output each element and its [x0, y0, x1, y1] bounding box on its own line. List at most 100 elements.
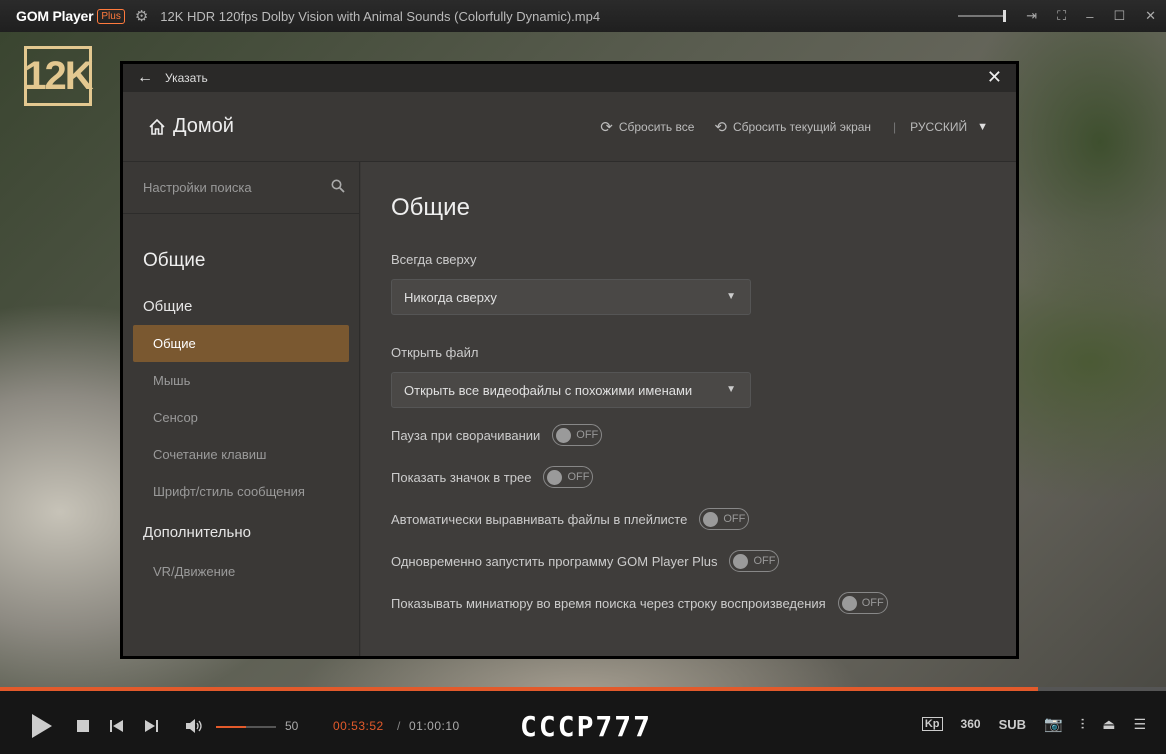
toggle-label: Показывать миниатюру во время поиска чер…: [391, 595, 826, 611]
sidebar-item-general[interactable]: Общие: [133, 325, 349, 362]
auto-sort-toggle[interactable]: OFF: [699, 508, 750, 530]
search-placeholder: Настройки поиска: [143, 180, 252, 195]
dialog-header: Домой ⟳ Сбросить все ⟲ Сбросить текущий …: [123, 92, 1016, 162]
previous-icon[interactable]: [110, 720, 123, 732]
refresh-icon: ⟳: [600, 119, 613, 136]
undo-icon: ⟲: [714, 119, 727, 136]
search-input[interactable]: Настройки поиска: [123, 162, 359, 214]
close-window-icon[interactable]: ✕: [1145, 8, 1156, 24]
sidebar-item-hotkeys[interactable]: Сочетание клавиш: [123, 436, 359, 473]
toggle-label: Пауза при сворачивании: [391, 427, 541, 443]
toggle-label: Одновременно запустить программу GOM Pla…: [391, 553, 718, 569]
language-select[interactable]: РУССКИЙ: [910, 120, 967, 134]
total-time: 01:00:10: [409, 719, 460, 733]
app-brand: GOM Player: [16, 8, 94, 24]
volume-slider[interactable]: [216, 726, 276, 728]
player-controls: 50 00:53:52 / 01:00:10 CCCP777 Kp 360 SU…: [0, 691, 1166, 754]
reset-all-button[interactable]: ⟳ Сбросить все: [600, 118, 694, 136]
pause-minimize-toggle[interactable]: OFF: [552, 424, 603, 446]
launch-plus-toggle[interactable]: OFF: [729, 550, 780, 572]
toggle-row-pause-minimize: Пауза при сворачивании OFF: [391, 414, 1016, 456]
sidebar-category-advanced[interactable]: Дополнительно: [123, 524, 359, 541]
settings-sidebar: Настройки поиска Общие Общие Общие Мышь …: [123, 162, 360, 656]
maximize-icon[interactable]: ☐: [1113, 8, 1125, 24]
dialog-title: Указать: [165, 71, 208, 85]
toggle-state: OFF: [861, 597, 884, 609]
plus-badge: Plus: [97, 8, 125, 24]
playlist-icon[interactable]: ☰: [1133, 716, 1146, 733]
gear-icon[interactable]: ⚙: [135, 7, 148, 25]
pin-icon[interactable]: ⇥: [1026, 8, 1037, 24]
next-icon[interactable]: [145, 720, 158, 732]
home-icon[interactable]: [147, 117, 167, 137]
sidebar-category-general[interactable]: Общие: [123, 298, 359, 315]
sidebar-title: Общие: [143, 250, 206, 271]
fullscreen-icon[interactable]: ⛶: [1057, 8, 1066, 24]
always-on-top-label: Всегда сверху: [391, 252, 477, 267]
chevron-down-icon: ▼: [726, 384, 736, 395]
toggle-state: OFF: [753, 555, 776, 567]
kp-icon[interactable]: Kp: [921, 717, 943, 731]
subtitle-button[interactable]: SUB: [999, 717, 1026, 732]
toggle-state: OFF: [576, 429, 599, 441]
chevron-down-icon: ▼: [726, 291, 736, 302]
codec-label: CCCP777: [520, 710, 653, 743]
equalizer-icon[interactable]: ⫶: [1081, 716, 1085, 733]
toggle-row-launch-plus: Одновременно запустить программу GOM Pla…: [391, 540, 1016, 582]
toggle-label: Показать значок в трее: [391, 469, 532, 485]
tray-icon-toggle[interactable]: OFF: [543, 466, 594, 488]
toggle-state: OFF: [567, 471, 590, 483]
search-icon[interactable]: [331, 179, 345, 193]
sidebar-item-mouse[interactable]: Мышь: [123, 362, 359, 399]
toggle-row-tray-icon: Показать значок в трее OFF: [391, 456, 1016, 498]
camera-icon[interactable]: 📷: [1044, 715, 1063, 733]
reset-all-label: Сбросить все: [618, 120, 695, 134]
back-arrow-icon[interactable]: ←: [137, 69, 153, 87]
always-on-top-select[interactable]: Никогда сверху ▼: [391, 279, 751, 315]
opacity-slider[interactable]: [958, 10, 1007, 22]
sidebar-item-touch[interactable]: Сенсор: [123, 399, 359, 436]
close-icon[interactable]: ✕: [987, 67, 1002, 88]
toggle-state: OFF: [723, 513, 746, 525]
always-on-top-value: Никогда сверху: [404, 289, 497, 305]
seek-thumbnail-toggle[interactable]: OFF: [837, 592, 888, 614]
open-file-value: Открыть все видеофайлы с похожими именам…: [404, 382, 693, 398]
eject-icon[interactable]: ⏏: [1102, 716, 1115, 733]
volume-value: 50: [285, 719, 299, 733]
sidebar-item-vr-motion[interactable]: VR/Движение: [123, 553, 359, 590]
right-controls: Kp 360 SUB 📷 ⫶ ⏏ ☰: [921, 715, 1146, 733]
home-label[interactable]: Домой: [173, 115, 234, 138]
volume-slider-fill: [216, 726, 246, 728]
toggle-knob: [841, 595, 857, 611]
toggle-label: Автоматически выравнивать файлы в плейли…: [391, 511, 688, 527]
toggle-knob: [733, 553, 749, 569]
chevron-down-icon[interactable]: ▼: [977, 121, 988, 133]
settings-content: Общие Всегда сверху Никогда сверху ▼ Отк…: [361, 162, 1016, 656]
video-logo: 12K: [24, 46, 94, 106]
minimize-icon[interactable]: ‒: [1086, 9, 1093, 24]
page-title: Общие: [391, 194, 470, 221]
separator: |: [893, 120, 897, 134]
toggle-knob: [556, 427, 572, 443]
toggle-row-seek-thumbnail: Показывать миниатюру во время поиска чер…: [391, 582, 1016, 624]
play-icon[interactable]: [30, 713, 54, 739]
dialog-titlebar: ← Указать ✕: [123, 64, 1016, 92]
file-name: 12K HDR 120fps Dolby Vision with Animal …: [160, 8, 601, 24]
volume-icon[interactable]: [186, 719, 204, 733]
open-file-label: Открыть файл: [391, 345, 479, 360]
window-controls: ⇥ ⛶ ‒ ☐ ✕: [958, 0, 1156, 32]
open-file-select[interactable]: Открыть все видеофайлы с похожими именам…: [391, 372, 751, 408]
vr-360-icon[interactable]: 360: [961, 717, 981, 731]
reset-current-label: Сбросить текущий экран: [732, 120, 872, 134]
title-bar: GOM Player Plus ⚙ 12K HDR 120fps Dolby V…: [0, 0, 1166, 32]
toggle-knob: [547, 469, 563, 485]
stop-icon[interactable]: [77, 720, 89, 732]
reset-current-button[interactable]: ⟲ Сбросить текущий экран: [714, 118, 871, 136]
sidebar-item-font-style[interactable]: Шрифт/стиль сообщения: [123, 473, 359, 510]
toggle-knob: [703, 511, 719, 527]
current-time: 00:53:52: [333, 719, 384, 733]
toggle-row-auto-sort: Автоматически выравнивать файлы в плейли…: [391, 498, 1016, 540]
preferences-dialog: ← Указать ✕ Домой ⟳ Сбросить все ⟲ Сброс…: [120, 61, 1019, 659]
time-separator: /: [397, 719, 401, 733]
header-actions: ⟳ Сбросить все ⟲ Сбросить текущий экран …: [580, 92, 988, 162]
